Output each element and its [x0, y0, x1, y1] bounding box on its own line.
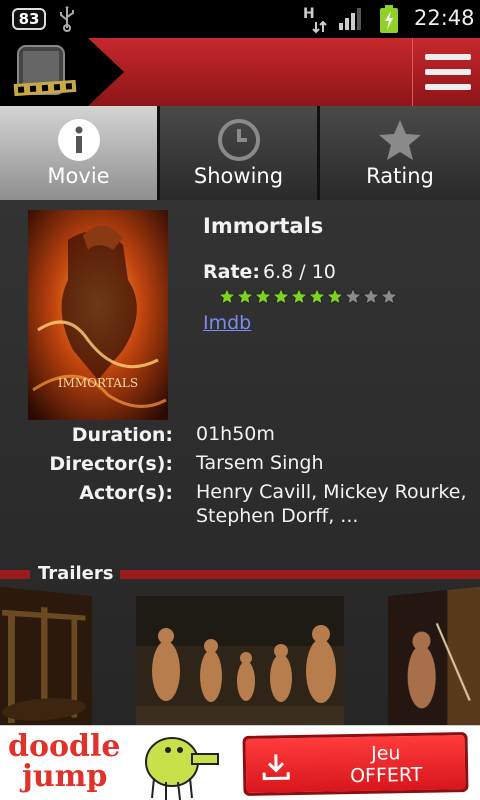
tab-label: Movie	[47, 164, 110, 188]
download-icon	[262, 754, 290, 781]
usb-icon	[60, 6, 74, 32]
actors-label: Actor(s):	[79, 482, 173, 504]
doodler-character-icon	[145, 737, 219, 800]
tab-label: Showing	[193, 164, 284, 188]
status-bar: 83 H 22:48	[0, 0, 480, 38]
ad-brand-logo: doodle jump	[8, 732, 120, 792]
network-h-icon: H	[303, 6, 327, 34]
menu-button[interactable]	[412, 38, 480, 106]
clock-time: 22:48	[414, 6, 475, 30]
director-label: Director(s):	[49, 453, 173, 475]
tab-bar: Movie Showing Rating	[0, 106, 480, 200]
poster-image: IMMORTALS	[28, 210, 168, 420]
trailer-image	[388, 586, 480, 735]
rating-star-icon	[235, 288, 255, 305]
app-logo[interactable]	[0, 38, 126, 106]
trailers-header: Trailers	[0, 563, 480, 587]
ad-download-button[interactable]: Jeu OFFERT	[242, 732, 469, 796]
notification-count-badge: 83	[12, 8, 46, 30]
trailer-thumbnail[interactable]	[136, 596, 344, 725]
trailer-thumbnail[interactable]	[0, 586, 92, 735]
svg-text:H: H	[303, 6, 315, 22]
rate-label: Rate:	[203, 261, 261, 283]
app-bar	[0, 38, 480, 106]
ad-cta-text: Jeu OFFERT	[316, 741, 457, 787]
battery-charging-icon	[380, 5, 398, 33]
trailers-title: Trailers	[38, 563, 114, 584]
ad-cta-line2: OFFERT	[349, 763, 423, 788]
duration-value: 01h50m	[196, 423, 275, 445]
info-icon	[57, 119, 100, 161]
star-rating	[218, 288, 398, 305]
duration-label: Duration:	[71, 424, 173, 446]
rating-star-icon	[218, 288, 237, 305]
rating-star-icon	[307, 288, 327, 305]
ad-banner[interactable]: doodle jump Jeu OFFERT	[0, 725, 480, 800]
ad-cta-line1: Jeu	[370, 742, 401, 765]
trailer-thumbnail[interactable]	[388, 586, 480, 735]
rating-star-icon	[271, 288, 291, 305]
tab-movie[interactable]: Movie	[0, 106, 160, 200]
rating-star-icon	[343, 288, 363, 305]
director-value: Tarsem Singh	[196, 452, 324, 474]
movie-poster[interactable]: IMMORTALS	[28, 210, 168, 420]
rating-star-icon	[289, 288, 309, 305]
imdb-link[interactable]: Imdb	[203, 312, 251, 334]
actors-value: Henry Cavill, Mickey Rourke, Stephen Dor…	[196, 481, 467, 527]
trailer-image	[136, 596, 344, 725]
rate-value: 6.8 / 10	[263, 261, 336, 283]
tab-label: Rating	[366, 164, 434, 188]
film-logo-icon	[0, 38, 124, 106]
rating-star-icon	[253, 288, 273, 305]
trailer-image	[0, 586, 92, 735]
movie-title: Immortals	[203, 214, 324, 238]
ad-brand-line1: doodle	[8, 729, 121, 764]
tab-showing[interactable]: Showing	[160, 106, 320, 200]
tab-rating[interactable]: Rating	[320, 106, 480, 200]
star-icon	[379, 120, 421, 160]
ad-brand-line2: jump	[22, 759, 108, 794]
signal-icon	[339, 8, 361, 30]
clock-icon	[217, 119, 260, 161]
movie-details: IMMORTALS Immortals Rate: 6.8 / 10 Imdb …	[0, 200, 480, 735]
rating-star-icon	[361, 288, 381, 305]
svg-text:IMMORTALS: IMMORTALS	[58, 376, 138, 390]
rating-star-icon	[325, 288, 345, 305]
rating-star-icon	[379, 288, 398, 305]
